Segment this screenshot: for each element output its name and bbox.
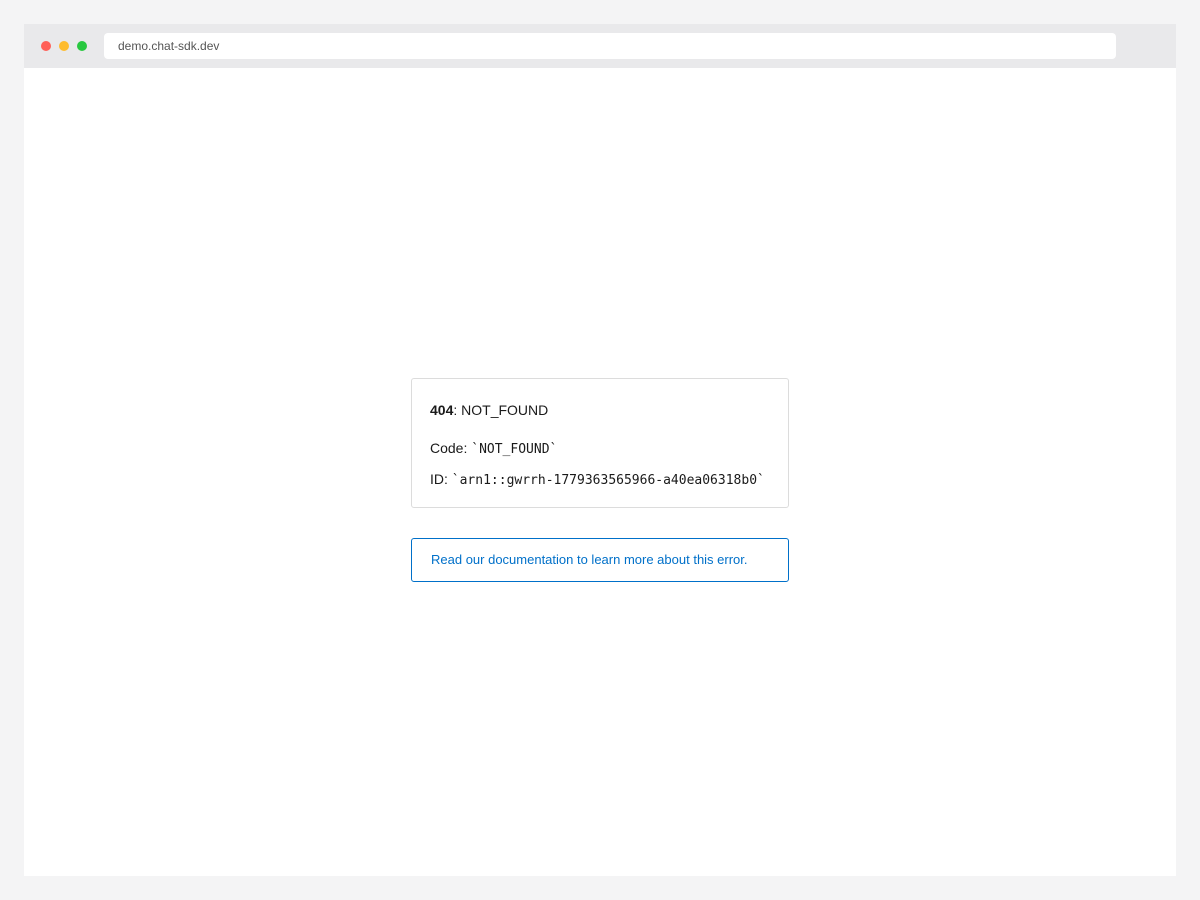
page-viewport: 404: NOT_FOUND Code: `NOT_FOUND` ID: `ar… [24,68,1176,876]
error-id-line: ID: `arn1::gwrrh-1779363565966-a40ea0631… [430,470,765,490]
browser-chrome-bar: demo.chat-sdk.dev [24,24,1176,68]
error-heading: 404: NOT_FOUND [430,401,548,419]
address-bar-url: demo.chat-sdk.dev [118,39,220,53]
error-id-label: ID: [430,471,452,487]
documentation-link[interactable]: Read our documentation to learn more abo… [411,538,789,582]
error-status-code: 404 [430,402,454,418]
error-status-text: NOT_FOUND [461,402,549,418]
close-window-icon[interactable] [41,41,51,51]
error-card: 404: NOT_FOUND Code: `NOT_FOUND` ID: `ar… [411,378,789,508]
error-code-line: Code: `NOT_FOUND` [430,439,557,459]
address-bar[interactable]: demo.chat-sdk.dev [104,33,1116,59]
error-code-value: `NOT_FOUND` [471,442,558,457]
error-id-value: `arn1::gwrrh-1779363565966-a40ea06318b0` [451,473,765,488]
error-heading-separator: : [453,402,462,418]
minimize-window-icon[interactable] [59,41,69,51]
error-code-label: Code: [430,440,472,456]
maximize-window-icon[interactable] [77,41,87,51]
browser-window: demo.chat-sdk.dev 404: NOT_FOUND Code: `… [24,24,1176,876]
